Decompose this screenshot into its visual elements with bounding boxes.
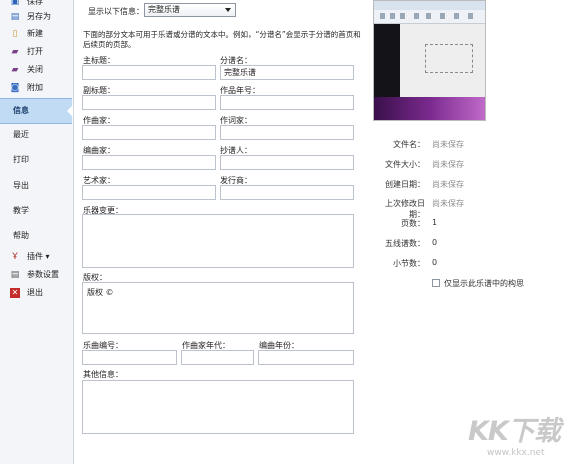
sidebar-item-preferences[interactable]: ▤ 参数设置 bbox=[0, 267, 72, 283]
attach-icon: ◙ bbox=[10, 83, 20, 93]
sidebar-item-plugins[interactable]: Ұ 插件 ▾ bbox=[0, 249, 72, 265]
main-title-field[interactable] bbox=[82, 65, 216, 80]
show-info-select[interactable]: 完整乐谱 bbox=[144, 3, 236, 17]
score-preview-thumbnail bbox=[373, 0, 486, 121]
created-date-label: 创建日期： bbox=[385, 180, 425, 189]
copyist-field[interactable] bbox=[220, 155, 354, 170]
sidebar-nav: ▣ 保存 ▤ 另存为 ▯ 新建 ▰ 打开 ▰ 关闭 ◙ 附加 信息 最近 打印 … bbox=[0, 0, 74, 464]
preview-ribbon-icon bbox=[414, 13, 419, 19]
watermark-logo: KK下载 bbox=[468, 416, 561, 447]
sidebar-item-teaching[interactable]: 教学 bbox=[0, 203, 72, 219]
show-info-label: 显示以下信息： bbox=[88, 7, 144, 16]
publisher-field[interactable] bbox=[220, 185, 354, 200]
copyright-area[interactable]: 版权 © bbox=[82, 282, 354, 334]
open-folder-icon: ▰ bbox=[11, 47, 19, 57]
sidebar-item-print[interactable]: 打印 bbox=[0, 152, 72, 168]
exit-icon: ✕ bbox=[10, 288, 20, 298]
arrangement-year-field[interactable] bbox=[258, 350, 354, 365]
preview-ribbon-icon bbox=[454, 13, 459, 19]
preview-gradient-band bbox=[374, 97, 485, 120]
preview-panel-dark bbox=[374, 24, 400, 97]
staves-value: 0 bbox=[432, 238, 438, 247]
sidebar-item-info[interactable]: 信息 bbox=[0, 98, 73, 124]
preview-ribbon-icon bbox=[380, 13, 385, 19]
work-year-field[interactable] bbox=[220, 95, 354, 110]
preview-titlebar bbox=[374, 1, 485, 10]
lyricist-field[interactable] bbox=[220, 125, 354, 140]
sidebar-item-export[interactable]: 导出 bbox=[0, 178, 72, 194]
file-size-label: 文件大小： bbox=[385, 160, 425, 169]
sidebar-item-attach[interactable]: ◙ 附加 bbox=[0, 80, 72, 96]
staves-label: 五线谱数： bbox=[385, 239, 425, 248]
pages-value: 1 bbox=[432, 218, 438, 227]
sidebar-item-new[interactable]: ▯ 新建 bbox=[0, 26, 72, 42]
chevron-down-icon bbox=[225, 8, 231, 12]
pages-label: 页数： bbox=[401, 219, 425, 228]
sidebar-item-close[interactable]: ▰ 关闭 bbox=[0, 62, 72, 78]
new-file-icon: ▯ bbox=[12, 29, 18, 39]
sidebar-item-help[interactable]: 帮助 bbox=[0, 228, 72, 244]
composer-field[interactable] bbox=[82, 125, 216, 140]
modified-date-value: 尚未保存 bbox=[432, 199, 464, 208]
preview-selection-box bbox=[425, 44, 473, 73]
sidebar-item-recent[interactable]: 最近 bbox=[0, 127, 72, 143]
subtitle-field[interactable] bbox=[82, 95, 216, 110]
preview-ribbon-icon bbox=[390, 13, 395, 19]
preview-ribbon-icon bbox=[440, 13, 445, 19]
description-text: 下面的部分文本可用于乐谱或分谱的文本中。例如，“分谱名”会显示于分谱的首页和后续… bbox=[83, 30, 361, 49]
modified-date-label: 上次修改日期： bbox=[385, 199, 425, 219]
sidebar-item-save-as[interactable]: ▤ 另存为 bbox=[0, 9, 72, 25]
save-as-icon: ▤ bbox=[10, 12, 20, 22]
preview-ribbon-icon bbox=[400, 13, 405, 19]
created-date-value: 尚未保存 bbox=[432, 180, 464, 189]
file-name-value: 尚未保存 bbox=[432, 140, 464, 149]
close-folder-icon: ▰ bbox=[11, 65, 19, 75]
plugin-icon: Ұ bbox=[12, 252, 18, 262]
show-info-select-value: 完整乐谱 bbox=[148, 5, 180, 14]
sidebar-item-open[interactable]: ▰ 打开 bbox=[0, 44, 72, 60]
part-name-field[interactable]: 完整乐谱 bbox=[220, 65, 354, 80]
ideas-only-checkbox[interactable] bbox=[432, 279, 440, 287]
instrument-changes-area[interactable] bbox=[82, 214, 354, 268]
opus-number-field[interactable] bbox=[82, 350, 177, 365]
preview-ribbon-icon bbox=[426, 13, 431, 19]
arranger-field[interactable] bbox=[82, 155, 216, 170]
file-name-label: 文件名： bbox=[393, 140, 425, 149]
watermark-url: www.kkx.net bbox=[487, 448, 545, 458]
artist-field[interactable] bbox=[82, 185, 216, 200]
other-info-label: 其他信息： bbox=[83, 370, 123, 379]
save-icon: ▣ bbox=[10, 0, 20, 7]
bars-value: 0 bbox=[432, 258, 438, 267]
bars-label: 小节数： bbox=[393, 259, 425, 268]
file-size-value: 尚未保存 bbox=[432, 160, 464, 169]
composer-dates-field[interactable] bbox=[181, 350, 254, 365]
preferences-icon: ▤ bbox=[10, 270, 20, 280]
sidebar-item-exit[interactable]: ✕ 退出 bbox=[0, 285, 72, 301]
other-info-area[interactable] bbox=[82, 380, 354, 434]
ideas-only-label: 仅显示此乐谱中的构思 bbox=[444, 279, 524, 288]
preview-ribbon-icon bbox=[468, 13, 473, 19]
